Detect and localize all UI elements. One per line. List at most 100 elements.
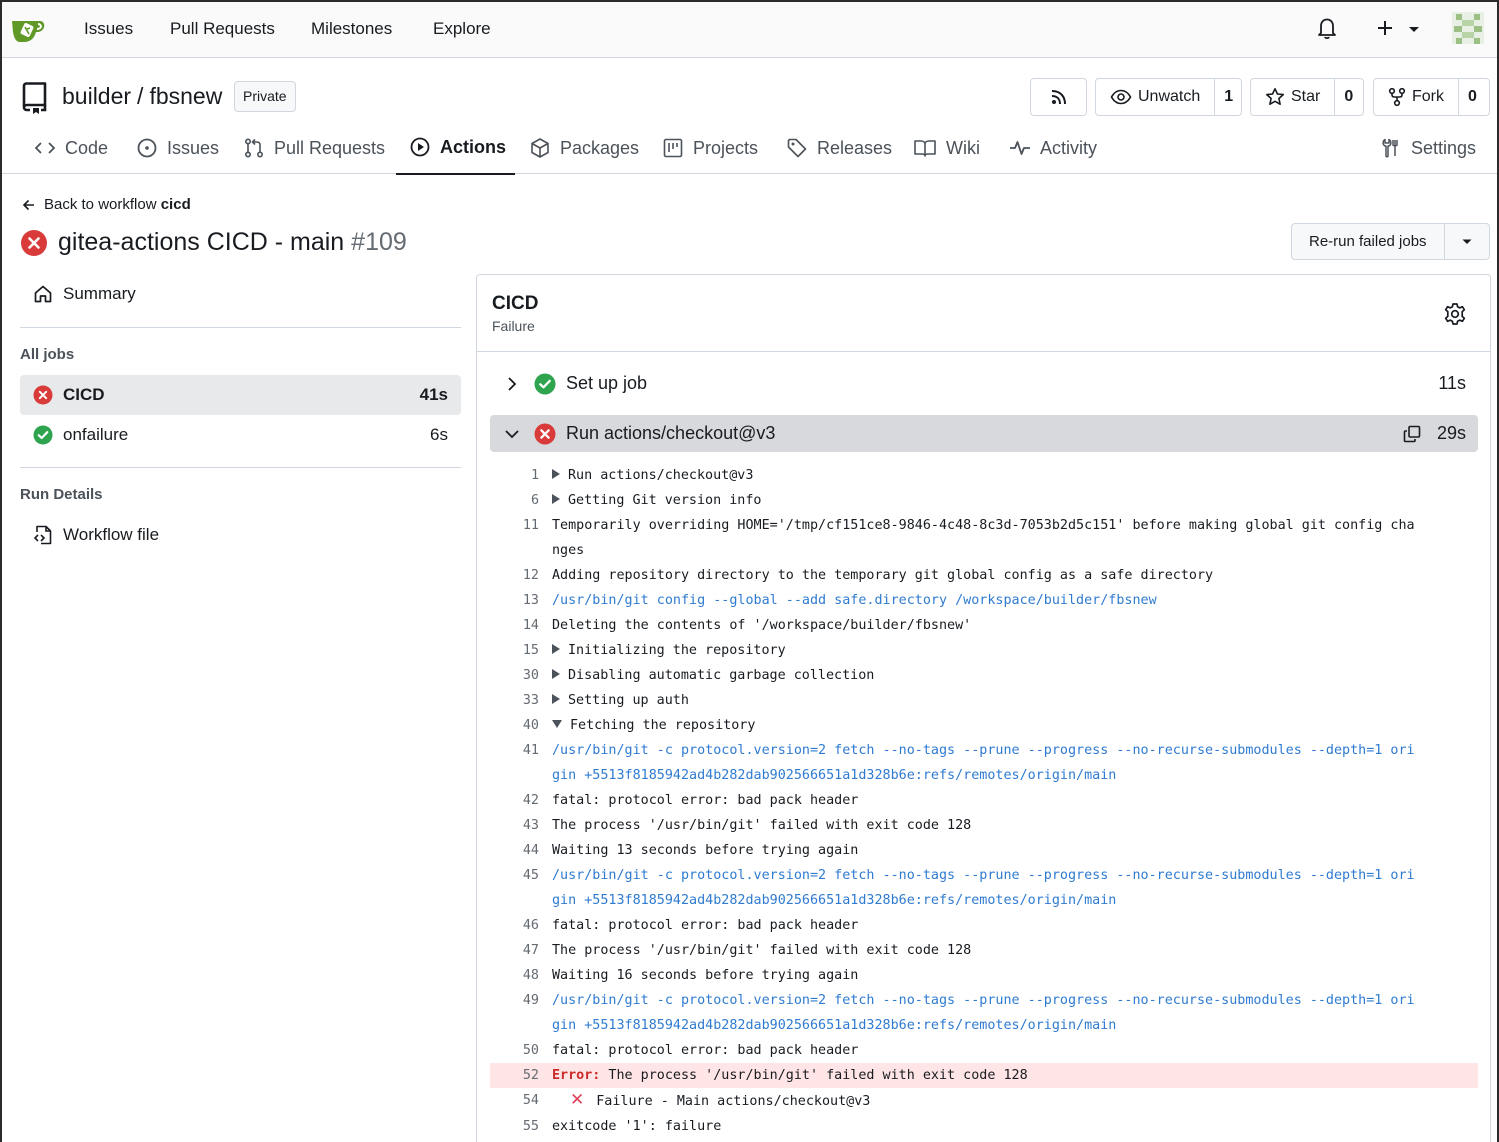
book-icon	[914, 140, 936, 157]
back-to-workflow-link[interactable]: Back to workflow cicd	[22, 196, 191, 213]
tab-pull-requests[interactable]: Pull Requests	[243, 121, 385, 175]
log-line-number[interactable]: 15	[490, 638, 552, 663]
star-button-group: Star 0	[1250, 78, 1364, 116]
tab-packages-label: Packages	[560, 137, 640, 158]
log-line-number[interactable]: 42	[490, 788, 552, 813]
tab-code-label: Code	[65, 137, 109, 158]
unwatch-button[interactable]: Unwatch	[1096, 79, 1214, 115]
caret-down-icon[interactable]	[1407, 25, 1421, 35]
star-count[interactable]: 0	[1334, 79, 1362, 115]
log-line-number[interactable]: 49	[490, 988, 552, 1038]
log-line-number[interactable]: 30	[490, 663, 552, 688]
log-line-number[interactable]: 54	[490, 1088, 552, 1114]
step-run-checkout[interactable]: Run actions/checkout@v3 29s	[490, 415, 1478, 452]
log-line-number[interactable]: 12	[490, 563, 552, 588]
job-title: CICD	[492, 293, 539, 314]
tab-projects[interactable]: Projects	[662, 121, 758, 175]
package-icon	[531, 138, 549, 158]
log-line-number[interactable]: 41	[490, 738, 552, 788]
tab-wiki[interactable]: Wiki	[913, 121, 980, 175]
gitea-logo-icon[interactable]	[10, 12, 46, 46]
job-item-onfailure[interactable]: onfailure 6s	[20, 415, 461, 455]
log-line-number[interactable]: 48	[490, 963, 552, 988]
log-line-number[interactable]: 45	[490, 863, 552, 913]
rss-button[interactable]	[1030, 78, 1087, 116]
log-line-number[interactable]: 14	[490, 613, 552, 638]
nav-pull-requests-link[interactable]: Pull Requests	[170, 19, 275, 39]
log-group-toggle[interactable]: Initializing the repository	[552, 638, 1478, 663]
watch-count[interactable]: 1	[1214, 79, 1242, 115]
tab-releases[interactable]: Releases	[786, 121, 892, 175]
repo-owner-link[interactable]: builder	[62, 83, 131, 109]
job-duration: 6s	[430, 425, 448, 444]
tab-packages[interactable]: Packages	[529, 121, 639, 175]
plus-icon[interactable]	[1375, 18, 1395, 38]
expand-triangle-icon	[552, 694, 560, 704]
fork-count[interactable]: 0	[1458, 79, 1486, 115]
workflow-file-link[interactable]: Workflow file	[33, 524, 159, 546]
pull-request-icon	[244, 138, 264, 158]
rss-icon	[1051, 90, 1066, 105]
log-line: 44 Waiting 13 seconds before trying again	[490, 838, 1478, 863]
error-label: Error:	[552, 1068, 601, 1083]
log-line-number[interactable]: 44	[490, 838, 552, 863]
repo-name-link[interactable]: fbsnew	[149, 83, 222, 109]
log-line-number[interactable]: 33	[490, 688, 552, 713]
summary-link[interactable]: Summary	[33, 284, 136, 304]
log-line-content: Disabling automatic garbage collection	[568, 668, 875, 683]
copy-log-button[interactable]	[1403, 425, 1421, 443]
log-line-number[interactable]: 1	[490, 463, 552, 488]
gear-icon[interactable]	[1443, 302, 1467, 326]
nav-issues-link[interactable]: Issues	[84, 19, 133, 39]
log-line-text: ✕ Failure - Main actions/checkout@v3	[552, 1088, 1478, 1114]
star-button[interactable]: Star	[1251, 79, 1334, 115]
job-duration: 41s	[419, 385, 448, 404]
log-line-content: Initializing the repository	[568, 643, 786, 658]
tab-code[interactable]: Code	[34, 121, 108, 175]
tab-activity[interactable]: Activity	[1009, 121, 1097, 175]
nav-milestones-link[interactable]: Milestones	[311, 19, 392, 39]
rerun-failed-jobs-button[interactable]: Re-run failed jobs	[1292, 224, 1445, 259]
log-line-number[interactable]: 52	[490, 1063, 552, 1088]
tab-wiki-label: Wiki	[946, 137, 980, 158]
log-line: 40 Fetching the repository	[490, 713, 1478, 738]
tab-settings[interactable]: Settings	[1380, 121, 1476, 175]
back-prefix: Back to workflow	[44, 196, 157, 213]
log-line-number[interactable]: 40	[490, 713, 552, 738]
log-group-toggle[interactable]: Getting Git version info	[552, 488, 1478, 513]
user-avatar[interactable]	[1452, 12, 1484, 44]
play-circle-icon	[410, 137, 430, 157]
success-icon	[33, 425, 53, 445]
log-line-number[interactable]: 50	[490, 1038, 552, 1063]
log-line-number[interactable]: 43	[490, 813, 552, 838]
tab-actions[interactable]: Actions	[396, 121, 515, 175]
log-line-content: Setting up auth	[568, 693, 689, 708]
log-line: 46 fatal: protocol error: bad pack header	[490, 913, 1478, 938]
log-line-number[interactable]: 13	[490, 588, 552, 613]
log-line-number[interactable]: 46	[490, 913, 552, 938]
log-line-number[interactable]: 11	[490, 513, 552, 563]
repo-title: builder / fbsnew	[59, 83, 225, 110]
log-group-toggle[interactable]: Setting up auth	[552, 688, 1478, 713]
log-line-number[interactable]: 47	[490, 938, 552, 963]
fork-button[interactable]: Fork	[1374, 79, 1458, 115]
log-line: 6 Getting Git version info	[490, 488, 1478, 513]
log-line: 33 Setting up auth	[490, 688, 1478, 713]
log-line-content: The process '/usr/bin/git' failed with e…	[552, 943, 972, 958]
log-group-toggle[interactable]: Fetching the repository	[552, 713, 1478, 738]
job-item-cicd[interactable]: CICD 41s	[20, 375, 461, 415]
tab-issues[interactable]: Issues	[136, 121, 219, 175]
nav-explore-link[interactable]: Explore	[433, 19, 491, 39]
rerun-dropdown-button[interactable]	[1445, 224, 1489, 259]
caret-down-icon	[1462, 239, 1472, 244]
log-line-content: Run actions/checkout@v3	[568, 468, 754, 483]
expand-triangle-icon	[552, 644, 560, 654]
log-group-toggle[interactable]: Run actions/checkout@v3	[552, 463, 1478, 488]
log-line-number[interactable]: 6	[490, 488, 552, 513]
log-line-number[interactable]: 55	[490, 1114, 552, 1139]
log-group-toggle[interactable]: Disabling automatic garbage collection	[552, 663, 1478, 688]
pulse-icon	[1010, 141, 1030, 155]
step-set-up-job[interactable]: Set up job 11s	[490, 365, 1478, 402]
tab-actions-label: Actions	[440, 136, 507, 157]
bell-icon[interactable]	[1315, 15, 1339, 41]
